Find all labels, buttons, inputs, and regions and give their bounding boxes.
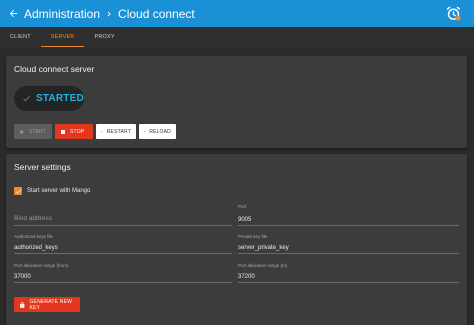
tab-bar: CLIENT SERVER PROXY — [0, 27, 474, 47]
generate-new-key-button[interactable]: GENERATE NEW KEY — [14, 297, 80, 312]
reload-button[interactable]: RELOAD — [139, 124, 176, 139]
port-range-from-field[interactable]: Port allocation range (from) 37000 — [14, 263, 232, 283]
refresh-icon — [101, 130, 103, 133]
authorized-keys-label: Authorized keys file — [14, 234, 54, 239]
start-label: START — [29, 128, 46, 135]
private-key-label: Private key file — [238, 234, 268, 239]
server-settings-card: Server settings Start server with Mango … — [6, 154, 467, 325]
bind-address-field[interactable]: Bind address — [14, 208, 232, 226]
status-badge: STARTED — [14, 86, 84, 111]
breadcrumb-current: Cloud connect — [118, 6, 195, 21]
reload-label: RELOAD — [149, 128, 171, 135]
chevron-right-icon — [102, 0, 116, 27]
start-button[interactable]: START — [14, 124, 52, 139]
card-title: Server settings — [14, 162, 71, 172]
restart-button[interactable]: RESTART — [96, 124, 136, 139]
checkbox-box[interactable] — [14, 187, 22, 195]
stop-label: STOP — [70, 128, 85, 135]
stop-button[interactable]: STOP — [55, 124, 93, 139]
start-with-mango-checkbox[interactable]: Start server with Mango — [14, 187, 90, 195]
port-value: 9005 — [238, 217, 252, 223]
port-range-from-value: 37000 — [14, 274, 31, 280]
checkmark-icon — [23, 96, 30, 102]
restart-label: RESTART — [106, 128, 131, 135]
authorized-keys-value: authorized_keys — [14, 245, 58, 251]
breadcrumb-root[interactable]: Administration — [24, 7, 100, 21]
status-text: STARTED — [36, 93, 84, 104]
private-key-value: server_private_key — [238, 245, 289, 251]
card-title: Cloud connect server — [14, 64, 95, 74]
port-range-to-value: 37200 — [238, 274, 255, 280]
server-controls: START STOP RESTART RELOAD — [14, 124, 176, 139]
app-bar: Administration Cloud connect — [0, 0, 474, 27]
generate-new-key-label: GENERATE NEW KEY — [29, 298, 73, 311]
port-label: Port — [238, 204, 247, 209]
port-range-to-label: Port allocation range (to) — [238, 263, 288, 268]
port-range-to-field[interactable]: Port allocation range (to) 37200 — [238, 263, 459, 283]
tab-server[interactable]: SERVER — [40, 27, 85, 47]
alarm-button[interactable] — [445, 5, 462, 22]
back-button[interactable] — [2, 0, 24, 27]
refresh-icon — [144, 131, 146, 132]
port-field[interactable]: Port 9005 — [238, 204, 459, 226]
play-icon — [20, 129, 24, 134]
arrow-back-icon — [9, 9, 17, 18]
lock-icon — [20, 301, 25, 308]
private-key-field[interactable]: Private key file server_private_key — [238, 234, 459, 254]
checkbox-label: Start server with Mango — [27, 188, 91, 194]
alarm-clock-icon — [446, 6, 461, 21]
port-range-from-label: Port allocation range (from) — [14, 263, 69, 268]
tab-client[interactable]: CLIENT — [0, 27, 41, 47]
bind-address-placeholder: Bind address — [14, 215, 52, 222]
cloud-connect-server-card: Cloud connect server STARTED START STOP … — [6, 56, 467, 148]
tab-proxy[interactable]: PROXY — [84, 27, 124, 47]
checkmark-icon — [15, 189, 21, 194]
authorized-keys-field[interactable]: Authorized keys file authorized_keys — [14, 234, 232, 254]
stop-icon — [61, 129, 65, 134]
